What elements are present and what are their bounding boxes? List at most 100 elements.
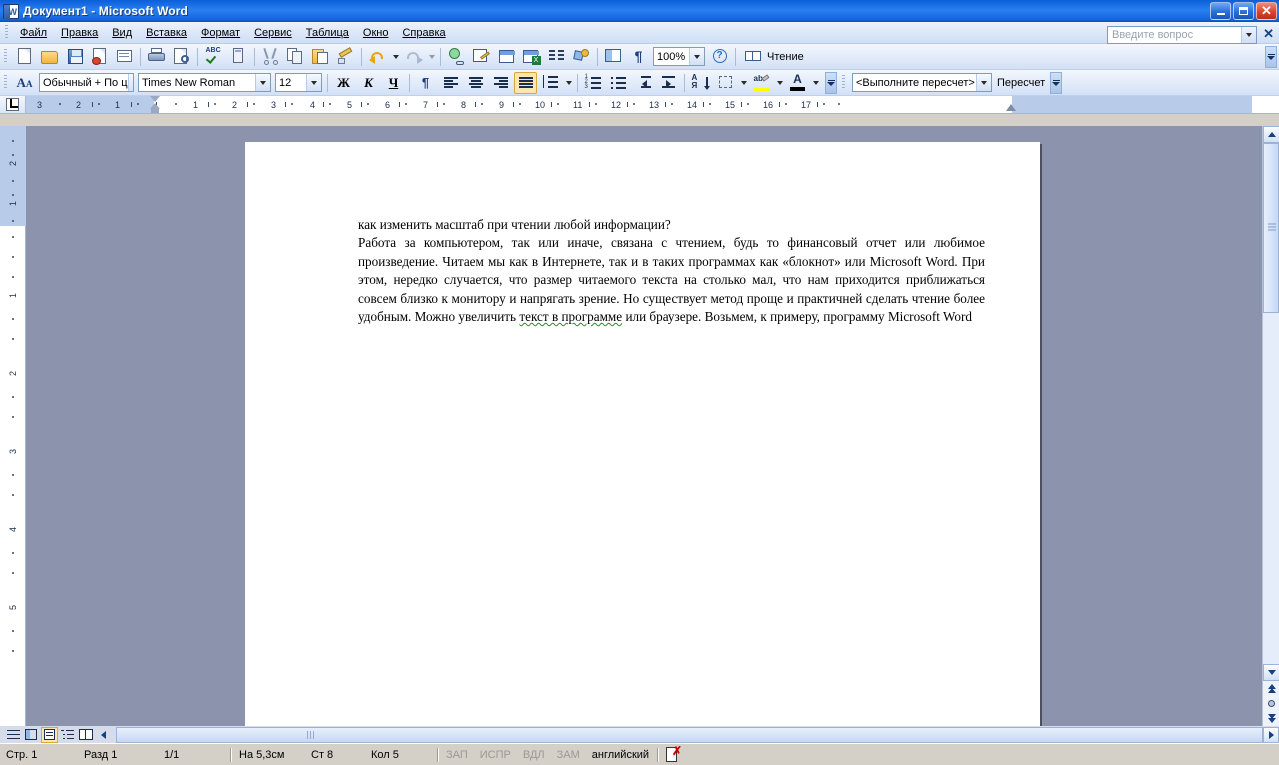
align-left-icon[interactable]: [439, 72, 462, 94]
status-language[interactable]: английский: [586, 749, 655, 761]
zoom-combo[interactable]: 100%: [653, 47, 705, 66]
spelling-status-icon[interactable]: [660, 745, 686, 763]
status-mode-zam[interactable]: ЗАМ: [551, 749, 586, 761]
view-reading[interactable]: [77, 727, 94, 743]
underline-button[interactable]: Ч: [382, 72, 405, 94]
undo-icon[interactable]: [366, 46, 389, 68]
restore-button[interactable]: [1233, 2, 1254, 20]
open-folder-icon[interactable]: [38, 46, 61, 68]
font-color-dropdown[interactable]: [810, 72, 821, 94]
format-painter-icon[interactable]: [334, 46, 357, 68]
menu-help[interactable]: Справка: [395, 24, 452, 42]
style-combo[interactable]: Обычный + По ц: [39, 73, 134, 92]
insert-excel-icon[interactable]: X: [520, 46, 543, 68]
new-document-icon[interactable]: [13, 46, 36, 68]
permission-icon[interactable]: [113, 46, 136, 68]
ask-a-question-box[interactable]: Введите вопрос: [1107, 26, 1257, 44]
columns-icon[interactable]: [545, 46, 568, 68]
formatting-toolbar-overflow[interactable]: [825, 71, 837, 94]
menu-gripper[interactable]: [3, 24, 10, 41]
research-icon[interactable]: [227, 46, 250, 68]
zoom-dropdown-arrow[interactable]: [689, 48, 704, 65]
print-icon[interactable]: [145, 46, 168, 68]
undo-dropdown[interactable]: [390, 46, 401, 68]
menu-tools[interactable]: Сервис: [247, 24, 299, 42]
formatting-toolbar-gripper[interactable]: [2, 74, 9, 91]
numbered-list-icon[interactable]: 123: [582, 72, 605, 94]
pilcrow-icon[interactable]: ¶: [414, 72, 437, 94]
print-preview-icon[interactable]: [170, 46, 193, 68]
chevron-down-icon[interactable]: [1241, 27, 1256, 43]
hyperlink-icon[interactable]: [445, 46, 468, 68]
spellcheck-abc-icon[interactable]: ABC: [202, 46, 225, 68]
view-outline[interactable]: [59, 727, 76, 743]
horizontal-scroll-track[interactable]: [116, 726, 1263, 743]
bulleted-list-icon[interactable]: [607, 72, 630, 94]
close-button[interactable]: ✕: [1256, 2, 1277, 20]
increase-indent-icon[interactable]: [657, 72, 680, 94]
right-indent-marker[interactable]: [1006, 104, 1016, 111]
recalc-toolbar-overflow[interactable]: [1050, 71, 1063, 94]
pilcrow-icon[interactable]: ¶: [627, 46, 650, 68]
recalc-combo[interactable]: <Выполните пересчет>: [852, 73, 992, 92]
view-collapse[interactable]: [95, 727, 112, 743]
document-page[interactable]: как изменить масштаб при чтении любой ин…: [245, 142, 1040, 726]
previous-page-double-arrow[interactable]: [1263, 681, 1279, 696]
highlight-dropdown[interactable]: [774, 72, 785, 94]
font-size-dropdown-arrow[interactable]: [306, 74, 321, 91]
decrease-indent-icon[interactable]: [632, 72, 655, 94]
standard-toolbar-gripper[interactable]: [2, 48, 9, 65]
menu-insert[interactable]: Вставка: [139, 24, 194, 42]
menu-view[interactable]: Вид: [105, 24, 139, 42]
tables-borders-icon[interactable]: [470, 46, 493, 68]
font-size-combo[interactable]: 12: [275, 73, 322, 92]
tab-selector-button[interactable]: [0, 96, 26, 114]
style-dropdown-arrow[interactable]: [127, 74, 133, 91]
font-dropdown-arrow[interactable]: [255, 74, 270, 91]
document-map-icon[interactable]: [602, 46, 625, 68]
misspelled-text[interactable]: текст в программе: [519, 309, 622, 324]
status-mode-ispr[interactable]: ИСПР: [474, 749, 517, 761]
italic-button[interactable]: К: [357, 72, 380, 94]
copy-icon[interactable]: [284, 46, 307, 68]
font-combo[interactable]: Times New Roman: [138, 73, 271, 92]
highlight-icon[interactable]: ab: [750, 72, 773, 94]
vertical-scroll-track[interactable]: [1263, 143, 1279, 664]
help-question-icon[interactable]: ?: [708, 46, 731, 68]
view-normal[interactable]: [5, 727, 22, 743]
status-mode-zap[interactable]: ЗАП: [440, 749, 474, 761]
redo-dropdown[interactable]: [426, 46, 437, 68]
scroll-right-arrow[interactable]: [1263, 726, 1279, 743]
align-justify-icon[interactable]: [514, 71, 537, 94]
menu-format[interactable]: Формат: [194, 24, 247, 42]
redo-icon[interactable]: [402, 46, 425, 68]
paste-icon[interactable]: [309, 46, 332, 68]
minimize-button[interactable]: [1210, 2, 1231, 20]
align-right-icon[interactable]: [489, 72, 512, 94]
scroll-up-arrow[interactable]: [1263, 126, 1279, 143]
menu-table[interactable]: Таблица: [299, 24, 356, 42]
menu-edit[interactable]: Правка: [54, 24, 105, 42]
vertical-scroll-thumb[interactable]: [1263, 143, 1279, 313]
drawing-icon[interactable]: [570, 46, 593, 68]
save-icon[interactable]: [63, 46, 86, 68]
styles-and-formatting-icon[interactable]: AA: [13, 72, 36, 94]
borders-icon[interactable]: [714, 72, 737, 94]
next-page-double-arrow[interactable]: [1263, 711, 1279, 726]
recalc-dropdown-arrow[interactable]: [976, 74, 991, 91]
menu-file[interactable]: Файл: [13, 24, 54, 42]
recalc-button[interactable]: Пересчет: [994, 77, 1048, 89]
line-spacing-dropdown[interactable]: [563, 72, 574, 94]
bold-button[interactable]: Ж: [332, 72, 355, 94]
sort-az-icon[interactable]: AЯ: [689, 72, 712, 94]
status-mode-vdl[interactable]: ВДЛ: [517, 749, 551, 761]
document-body[interactable]: как изменить масштаб при чтении любой ин…: [358, 216, 985, 326]
first-line-indent-marker[interactable]: [150, 96, 160, 113]
view-web-layout[interactable]: [23, 727, 40, 743]
insert-table-icon[interactable]: [495, 46, 518, 68]
cut-scissors-icon[interactable]: [259, 46, 282, 68]
select-browse-object[interactable]: [1263, 696, 1279, 711]
vertical-scrollbar[interactable]: [1262, 126, 1279, 726]
recalc-toolbar-gripper[interactable]: [840, 74, 847, 91]
align-center-icon[interactable]: [464, 72, 487, 94]
